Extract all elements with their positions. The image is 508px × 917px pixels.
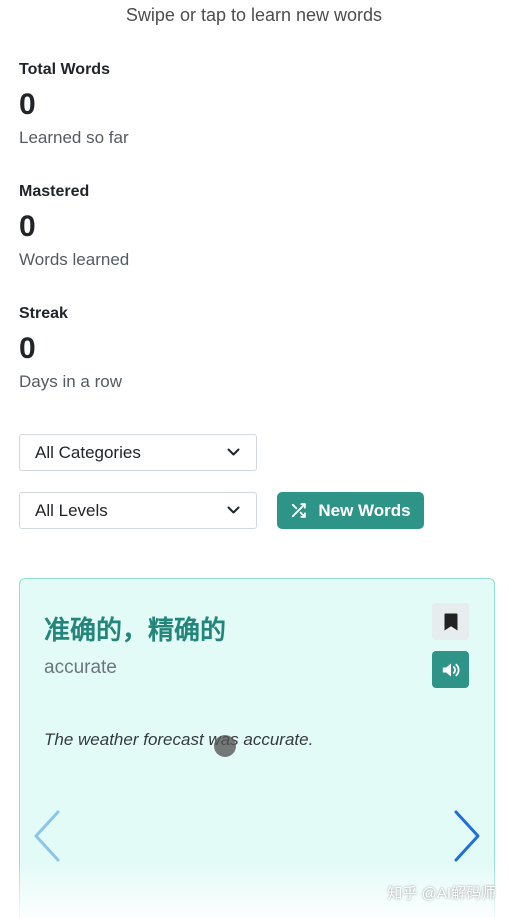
pronounce-button[interactable] [432,651,469,688]
previous-word-button[interactable] [32,809,62,863]
stat-value: 0 [19,210,36,243]
level-select[interactable]: All Levels [19,492,257,529]
bookmark-button[interactable] [432,603,469,640]
word-title: 准确的，精确的 [44,615,227,645]
chevron-right-icon [454,810,480,862]
stat-value: 0 [19,332,36,365]
stat-caption: Learned so far [19,128,129,147]
speaker-icon [442,662,459,677]
bookmark-icon [444,613,457,630]
stat-streak: Streak 0 Days in a row [19,303,319,413]
page-subtitle: Swipe or tap to learn new words [125,5,383,25]
category-select[interactable]: All Categories [19,434,257,471]
new-words-button[interactable]: New Words [277,492,424,529]
level-select-value: All Levels [35,500,108,520]
stat-mastered: Mastered 0 Words learned [19,181,319,291]
touch-indicator [214,735,236,757]
shuffle-icon [292,503,307,518]
stat-label: Mastered [19,183,90,200]
category-select-value: All Categories [35,442,141,462]
stat-caption: Days in a row [19,372,122,391]
new-words-label: New Words [318,500,411,520]
example-sentence: The weather forecast was accurate. [44,730,314,749]
stat-caption: Words learned [19,250,130,269]
word-translation: accurate [44,657,117,678]
stat-label: Streak [19,305,68,322]
stat-label: Total Words [19,61,110,78]
chevron-down-icon [227,506,240,514]
watermark: 知乎 @AI解码师 [387,885,496,902]
stat-value: 0 [19,88,36,121]
chevron-left-icon [34,810,60,862]
stat-total-words: Total Words 0 Learned so far [19,59,319,169]
chevron-down-icon [227,448,240,456]
next-word-button[interactable] [452,809,482,863]
